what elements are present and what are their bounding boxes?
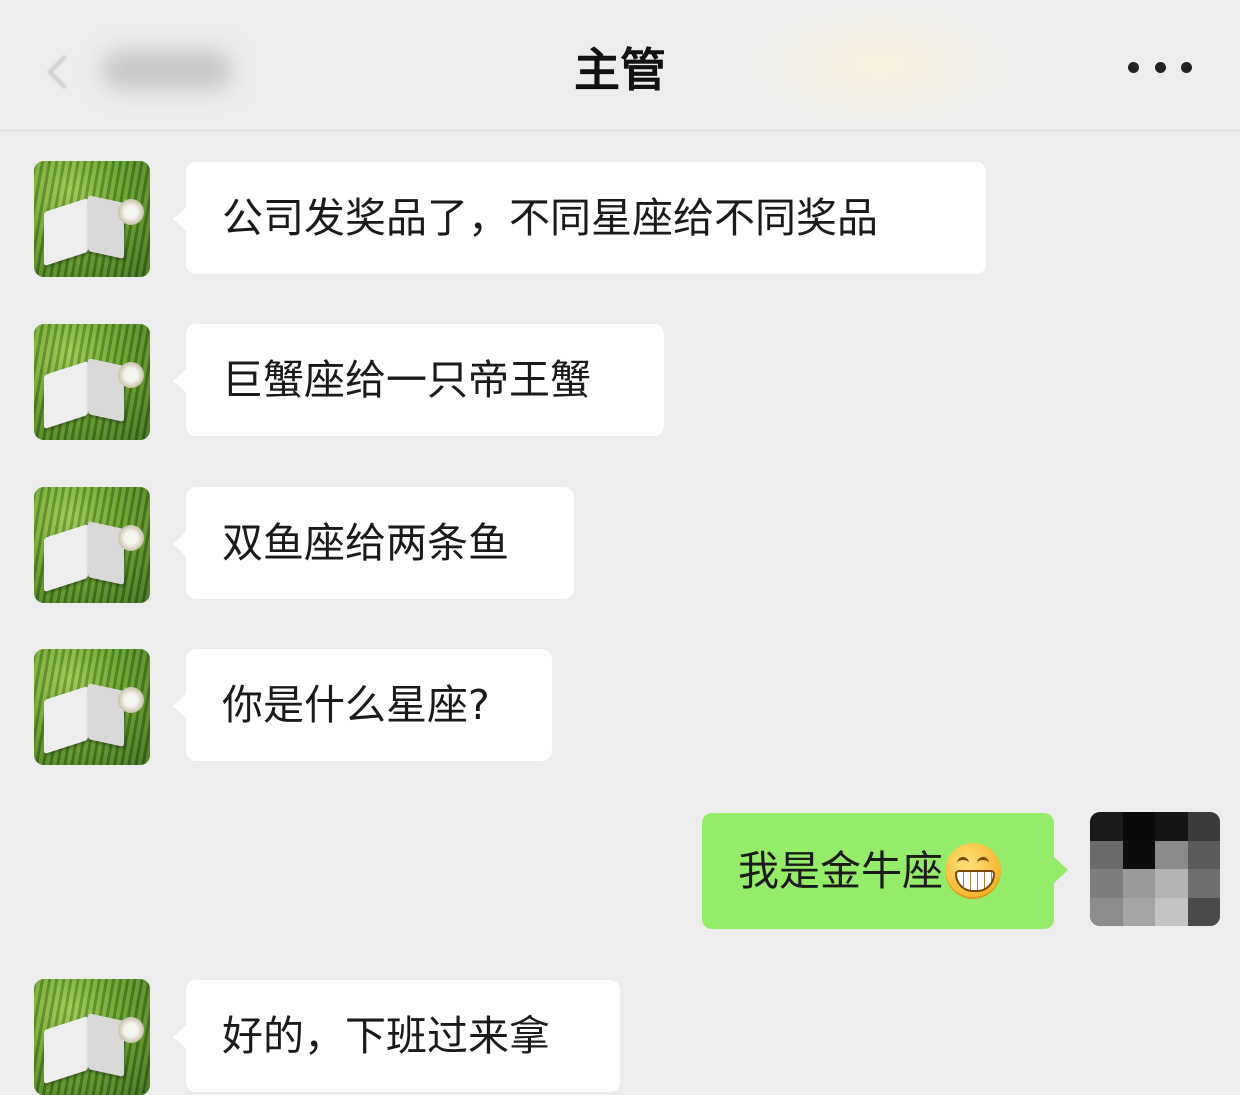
contact-avatar[interactable] [34,979,150,1095]
more-dot-icon [1154,61,1166,73]
message-bubble[interactable]: 好的，下班过来拿 [173,980,620,1092]
contact-avatar[interactable] [34,649,150,765]
message-bubble[interactable]: 巨蟹座给一只帝王蟹 [173,324,664,436]
more-dot-icon [1181,61,1192,73]
chat-header: 主管 [0,0,1240,131]
message-bubble[interactable]: 公司发奖品了，不同星座给不同奖品 [173,162,986,274]
my-avatar[interactable] [1090,812,1220,926]
contact-avatar[interactable] [34,161,150,277]
my-message-bubble[interactable]: 我是金牛座 [702,813,1068,929]
message-bubble[interactable]: 你是什么星座? [173,649,552,761]
chat-title: 主管 [574,43,666,97]
more-dot-icon [1128,61,1139,73]
contact-avatar[interactable] [34,324,150,440]
my-message-text: 我是金牛座 [738,847,943,895]
contact-avatar[interactable] [34,487,150,603]
grinning-face-emoji-icon [945,843,1001,899]
more-options-button[interactable] [1128,52,1192,82]
message-bubble[interactable]: 双鱼座给两条鱼 [173,487,574,599]
